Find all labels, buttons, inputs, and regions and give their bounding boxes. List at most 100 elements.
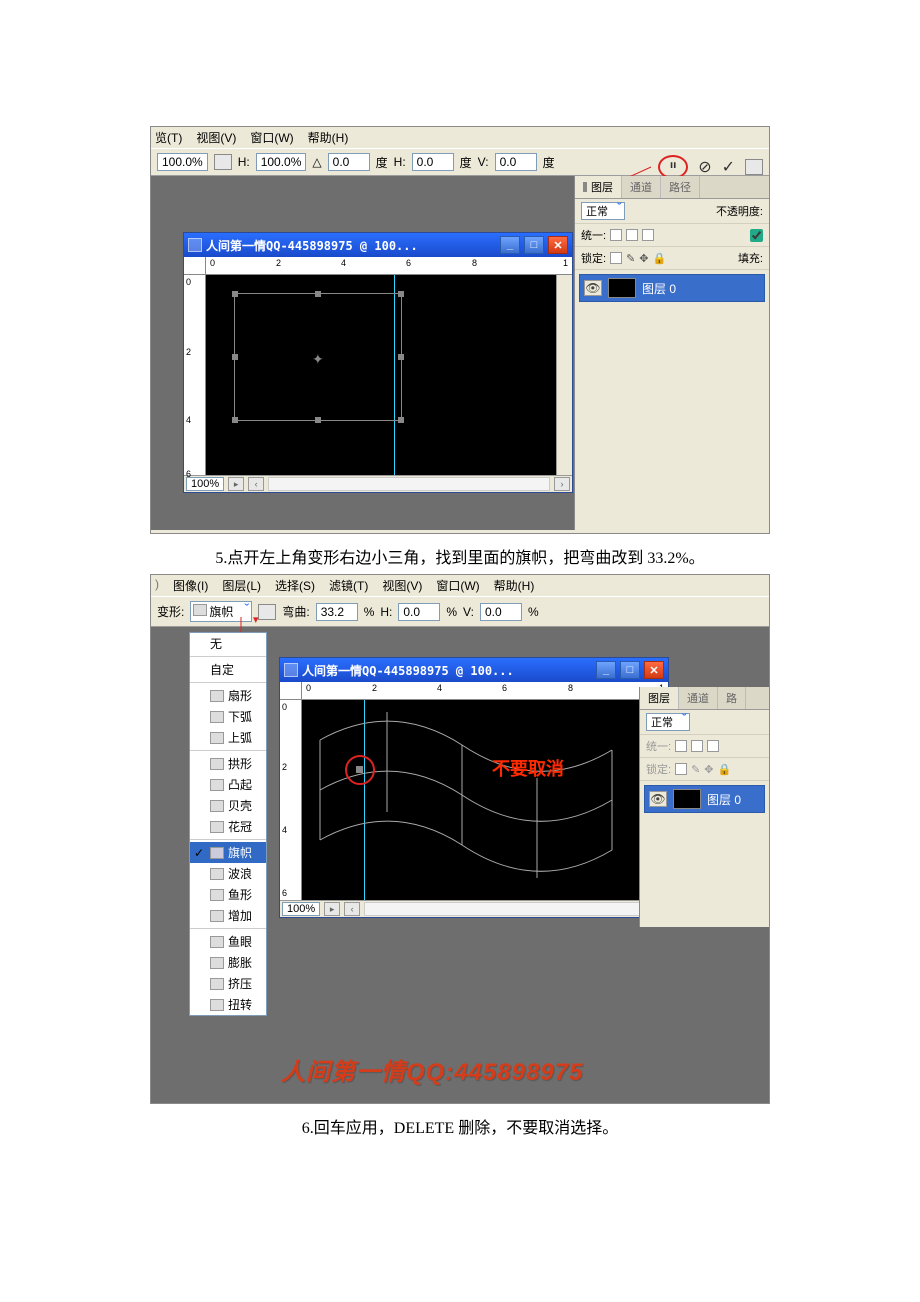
panel-tabs: 图层 通道 路径 xyxy=(575,176,769,199)
maximize-button-2[interactable]: □ xyxy=(620,661,640,679)
menu-t[interactable]: 览(T) xyxy=(155,129,182,146)
unify-label: 统一: xyxy=(581,227,606,243)
opt-rise[interactable]: 增加 xyxy=(190,905,266,926)
zoom-readout-2[interactable]: 100% xyxy=(282,902,320,916)
menu-help-2[interactable]: 帮助(H) xyxy=(494,577,535,594)
h-label-2: H: xyxy=(380,605,392,619)
opt-wave[interactable]: 波浪 xyxy=(190,863,266,884)
h-field[interactable]: 100.0% xyxy=(256,153,307,171)
opt-arch[interactable]: 拱形 xyxy=(190,753,266,774)
visibility-icon[interactable]: 👁 xyxy=(584,280,602,296)
layer-item-2[interactable]: 👁 图层 0 xyxy=(644,785,765,813)
opt-none[interactable]: 无 xyxy=(190,633,266,654)
blend-mode-2[interactable]: 正常 xyxy=(646,713,690,731)
opt-fish[interactable]: 鱼形 xyxy=(190,884,266,905)
hh-field[interactable]: 0.0 xyxy=(412,153,454,171)
close-button-2[interactable]: ✕ xyxy=(644,661,664,679)
doc-titlebar-2[interactable]: 人间第一情QQ-445898975 @ 100... _ □ ✕ xyxy=(280,658,668,682)
opt-fisheye[interactable]: 鱼眼 xyxy=(190,931,266,952)
minimize-button[interactable]: _ xyxy=(500,236,520,254)
v-field[interactable]: 0.0 xyxy=(495,153,537,171)
opt-shelllower[interactable]: 贝壳 xyxy=(190,795,266,816)
commit-icon[interactable]: ✓ xyxy=(722,157,735,177)
h-field-2[interactable]: 0.0 xyxy=(398,603,440,621)
orient-icon[interactable] xyxy=(258,604,276,620)
lock-move-icon[interactable]: ✥ xyxy=(639,252,648,265)
layer-thumb-2 xyxy=(673,789,701,809)
scroll-left-button[interactable]: ‹ xyxy=(248,477,264,491)
menu-window[interactable]: 窗口(W) xyxy=(250,129,293,146)
visibility-icon-2[interactable]: 👁 xyxy=(649,791,667,807)
menu-view[interactable]: 视图(V) xyxy=(196,129,236,146)
h-ruler-2: 024681 xyxy=(302,682,668,700)
doc-info-icon-2[interactable]: ▸ xyxy=(324,902,340,916)
extra-icon[interactable] xyxy=(745,159,763,175)
v-label-2: V: xyxy=(463,605,474,619)
menu-layer[interactable]: 图层(L) xyxy=(222,577,261,594)
menu-image[interactable]: 图像(I) xyxy=(173,577,208,594)
document-window: 人间第一情QQ-445898975 @ 100... _ □ ✕ 024681 xyxy=(183,232,573,493)
opt-flag[interactable]: ✓旗帜 xyxy=(190,842,266,863)
lock-row: 锁定: ✎ ✥ 🔒 填充: xyxy=(575,247,769,270)
menu-filter[interactable]: 滤镜(T) xyxy=(329,577,368,594)
unify-style-icon[interactable] xyxy=(642,229,654,241)
cancel-icon[interactable]: ⊘ xyxy=(698,157,711,177)
opt-custom[interactable]: 自定 xyxy=(190,659,266,680)
doc-titlebar[interactable]: 人间第一情QQ-445898975 @ 100... _ □ ✕ xyxy=(184,233,572,257)
lock-trans-icon[interactable] xyxy=(610,252,622,264)
bend-label: 弯曲: xyxy=(282,603,309,620)
menu-view-2[interactable]: 视图(V) xyxy=(382,577,422,594)
tab-layers[interactable]: 图层 xyxy=(575,176,622,198)
scroll-right-button[interactable]: › xyxy=(554,477,570,491)
opt-shellupper[interactable]: 花冠 xyxy=(190,816,266,837)
tab-layers-2[interactable]: 图层 xyxy=(640,687,679,709)
maximize-button[interactable]: □ xyxy=(524,236,544,254)
v-label: V: xyxy=(478,155,489,169)
unify-pos-icon[interactable] xyxy=(610,229,622,241)
opt-bulge[interactable]: 凸起 xyxy=(190,774,266,795)
lock-paint-icon[interactable]: ✎ xyxy=(626,252,635,265)
hh-label: H: xyxy=(394,155,406,169)
layers-panel-2: 图层 通道 路 正常 统一: 锁定: ✎✥🔒 👁 图层 0 xyxy=(639,687,769,927)
blend-mode-select[interactable]: 正常 xyxy=(581,202,625,220)
opt-arclower[interactable]: 下弧 xyxy=(190,706,266,727)
doc-title: 人间第一情QQ-445898975 @ 100... xyxy=(206,237,418,254)
bend-field[interactable]: 33.2 xyxy=(316,603,358,621)
warp-select[interactable]: 旗帜 ˇ xyxy=(190,601,252,622)
caption-5: 5.点开左上角变形右边小三角，找到里面的旗帜，把弯曲改到 33.2%。 xyxy=(150,544,770,568)
opt-arc[interactable]: 扇形 xyxy=(190,685,266,706)
minimize-button-2[interactable]: _ xyxy=(596,661,616,679)
canvas[interactable]: ✦ xyxy=(206,275,556,475)
opt-inflate[interactable]: 膨胀 xyxy=(190,952,266,973)
angle-field[interactable]: 0.0 xyxy=(328,153,370,171)
h-scrollbar[interactable] xyxy=(268,477,550,491)
menu-help[interactable]: 帮助(H) xyxy=(308,129,349,146)
v-ruler: 0246 xyxy=(184,275,206,475)
v-field-2[interactable]: 0.0 xyxy=(480,603,522,621)
menu-select[interactable]: 选择(S) xyxy=(275,577,315,594)
h-scrollbar-2[interactable] xyxy=(364,902,646,916)
scroll-left-2[interactable]: ‹ xyxy=(344,902,360,916)
tab-channels[interactable]: 通道 xyxy=(622,176,661,198)
unify-row: 统一: xyxy=(575,224,769,247)
link-icon[interactable] xyxy=(214,154,232,170)
propagate-checkbox[interactable] xyxy=(750,229,763,242)
zoom-readout[interactable]: 100% xyxy=(186,477,224,491)
unify-vis-icon[interactable] xyxy=(626,229,638,241)
tab-paths[interactable]: 路径 xyxy=(661,176,700,198)
pct1: % xyxy=(364,605,375,619)
lock-all-icon[interactable]: 🔒 xyxy=(653,252,667,265)
menu-window-2[interactable]: 窗口(W) xyxy=(436,577,479,594)
zoom-field[interactable]: 100.0% xyxy=(157,153,208,171)
warp-dropdown[interactable]: 无 自定 扇形 下弧 上弧 拱形 凸起 贝壳 花冠 ✓旗帜 波浪 鱼形 增加 鱼… xyxy=(189,632,267,1016)
close-button[interactable]: ✕ xyxy=(548,236,568,254)
opt-arcupper[interactable]: 上弧 xyxy=(190,727,266,748)
layer-item-0[interactable]: 👁 图层 0 xyxy=(579,274,765,302)
doc-info-icon[interactable]: ▸ xyxy=(228,477,244,491)
opt-squeeze[interactable]: 挤压 xyxy=(190,973,266,994)
canvas-2[interactable]: 不要取消 xyxy=(302,700,652,900)
layer-thumb xyxy=(608,278,636,298)
opt-twist[interactable]: 扭转 xyxy=(190,994,266,1015)
tab-channels-2[interactable]: 通道 xyxy=(679,687,718,709)
tab-paths-2[interactable]: 路 xyxy=(718,687,746,709)
